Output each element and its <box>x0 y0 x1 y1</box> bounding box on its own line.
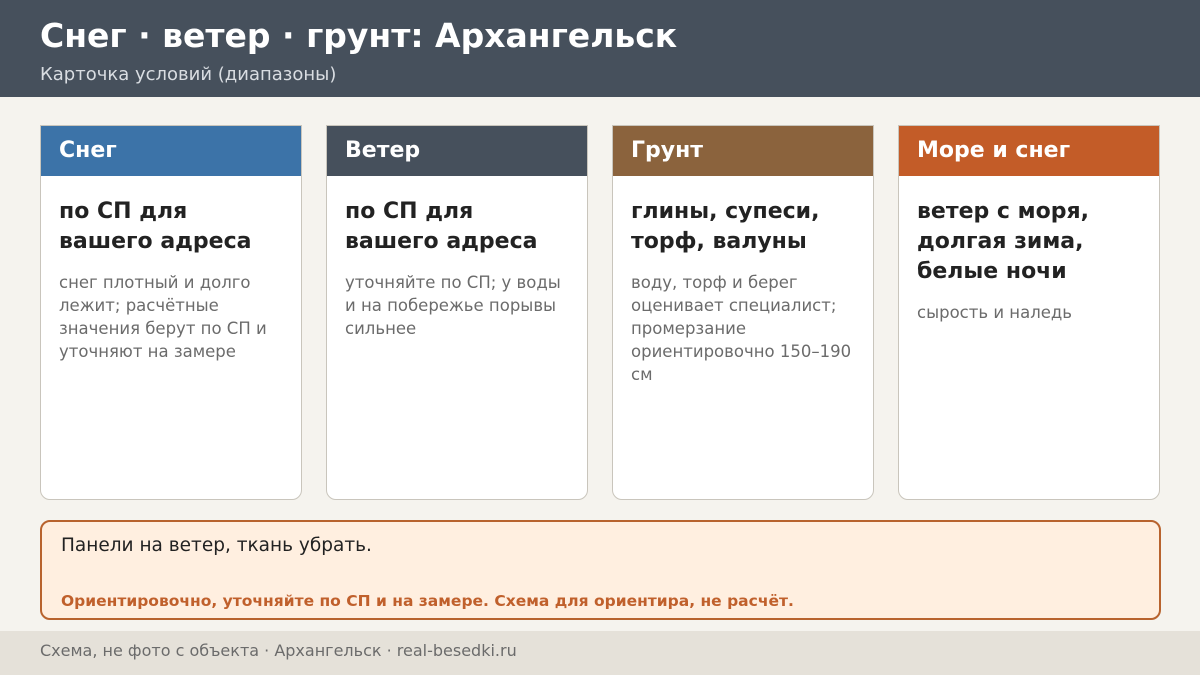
page-subtitle: Карточка условий (диапазоны) <box>40 64 337 85</box>
card-sea-snow-note: сырость и наледь <box>917 303 1073 322</box>
card-snow-title: Снег <box>41 126 301 176</box>
card-snow-note: снег плотный и долго лежит; расчётные зн… <box>59 273 267 361</box>
card-sea-snow: Море и снег ветер с моря, долгая зима, б… <box>898 125 1160 500</box>
card-soil-value: глины, супеси, торф, валуны <box>631 199 820 254</box>
card-sea-snow-title: Море и снег <box>899 126 1159 176</box>
card-snow-value: по СП для вашего адреса <box>59 199 252 254</box>
card-soil-title: Грунт <box>613 126 873 176</box>
recommendation-box: Панели на ветер, ткань убрать. Ориентиро… <box>40 520 1161 620</box>
card-soil-note: воду, торф и берег оценивает специалист;… <box>631 273 852 384</box>
card-snow: Снег по СП для вашего адреса снег плотны… <box>40 125 302 500</box>
page-header: Снег · ветер · грунт: Архангельск Карточ… <box>0 0 1200 97</box>
page-title: Снег · ветер · грунт: Архангельск <box>40 16 678 55</box>
recommendation-text: Панели на ветер, ткань убрать. <box>61 535 372 556</box>
card-soil: Грунт глины, супеси, торф, валуны воду, … <box>612 125 874 500</box>
card-wind-note: уточняйте по СП; у воды и на побережье п… <box>345 273 561 338</box>
card-sea-snow-value: ветер с моря, долгая зима, белые ночи <box>917 199 1089 284</box>
card-wind: Ветер по СП для вашего адреса уточняйте … <box>326 125 588 500</box>
disclaimer-text: Ориентировочно, уточняйте по СП и на зам… <box>61 592 794 610</box>
page-footer: Схема, не фото с объекта · Архангельск ·… <box>0 631 1200 675</box>
card-wind-value: по СП для вашего адреса <box>345 199 538 254</box>
card-wind-title: Ветер <box>327 126 587 176</box>
footer-text: Схема, не фото с объекта · Архангельск ·… <box>40 641 517 660</box>
